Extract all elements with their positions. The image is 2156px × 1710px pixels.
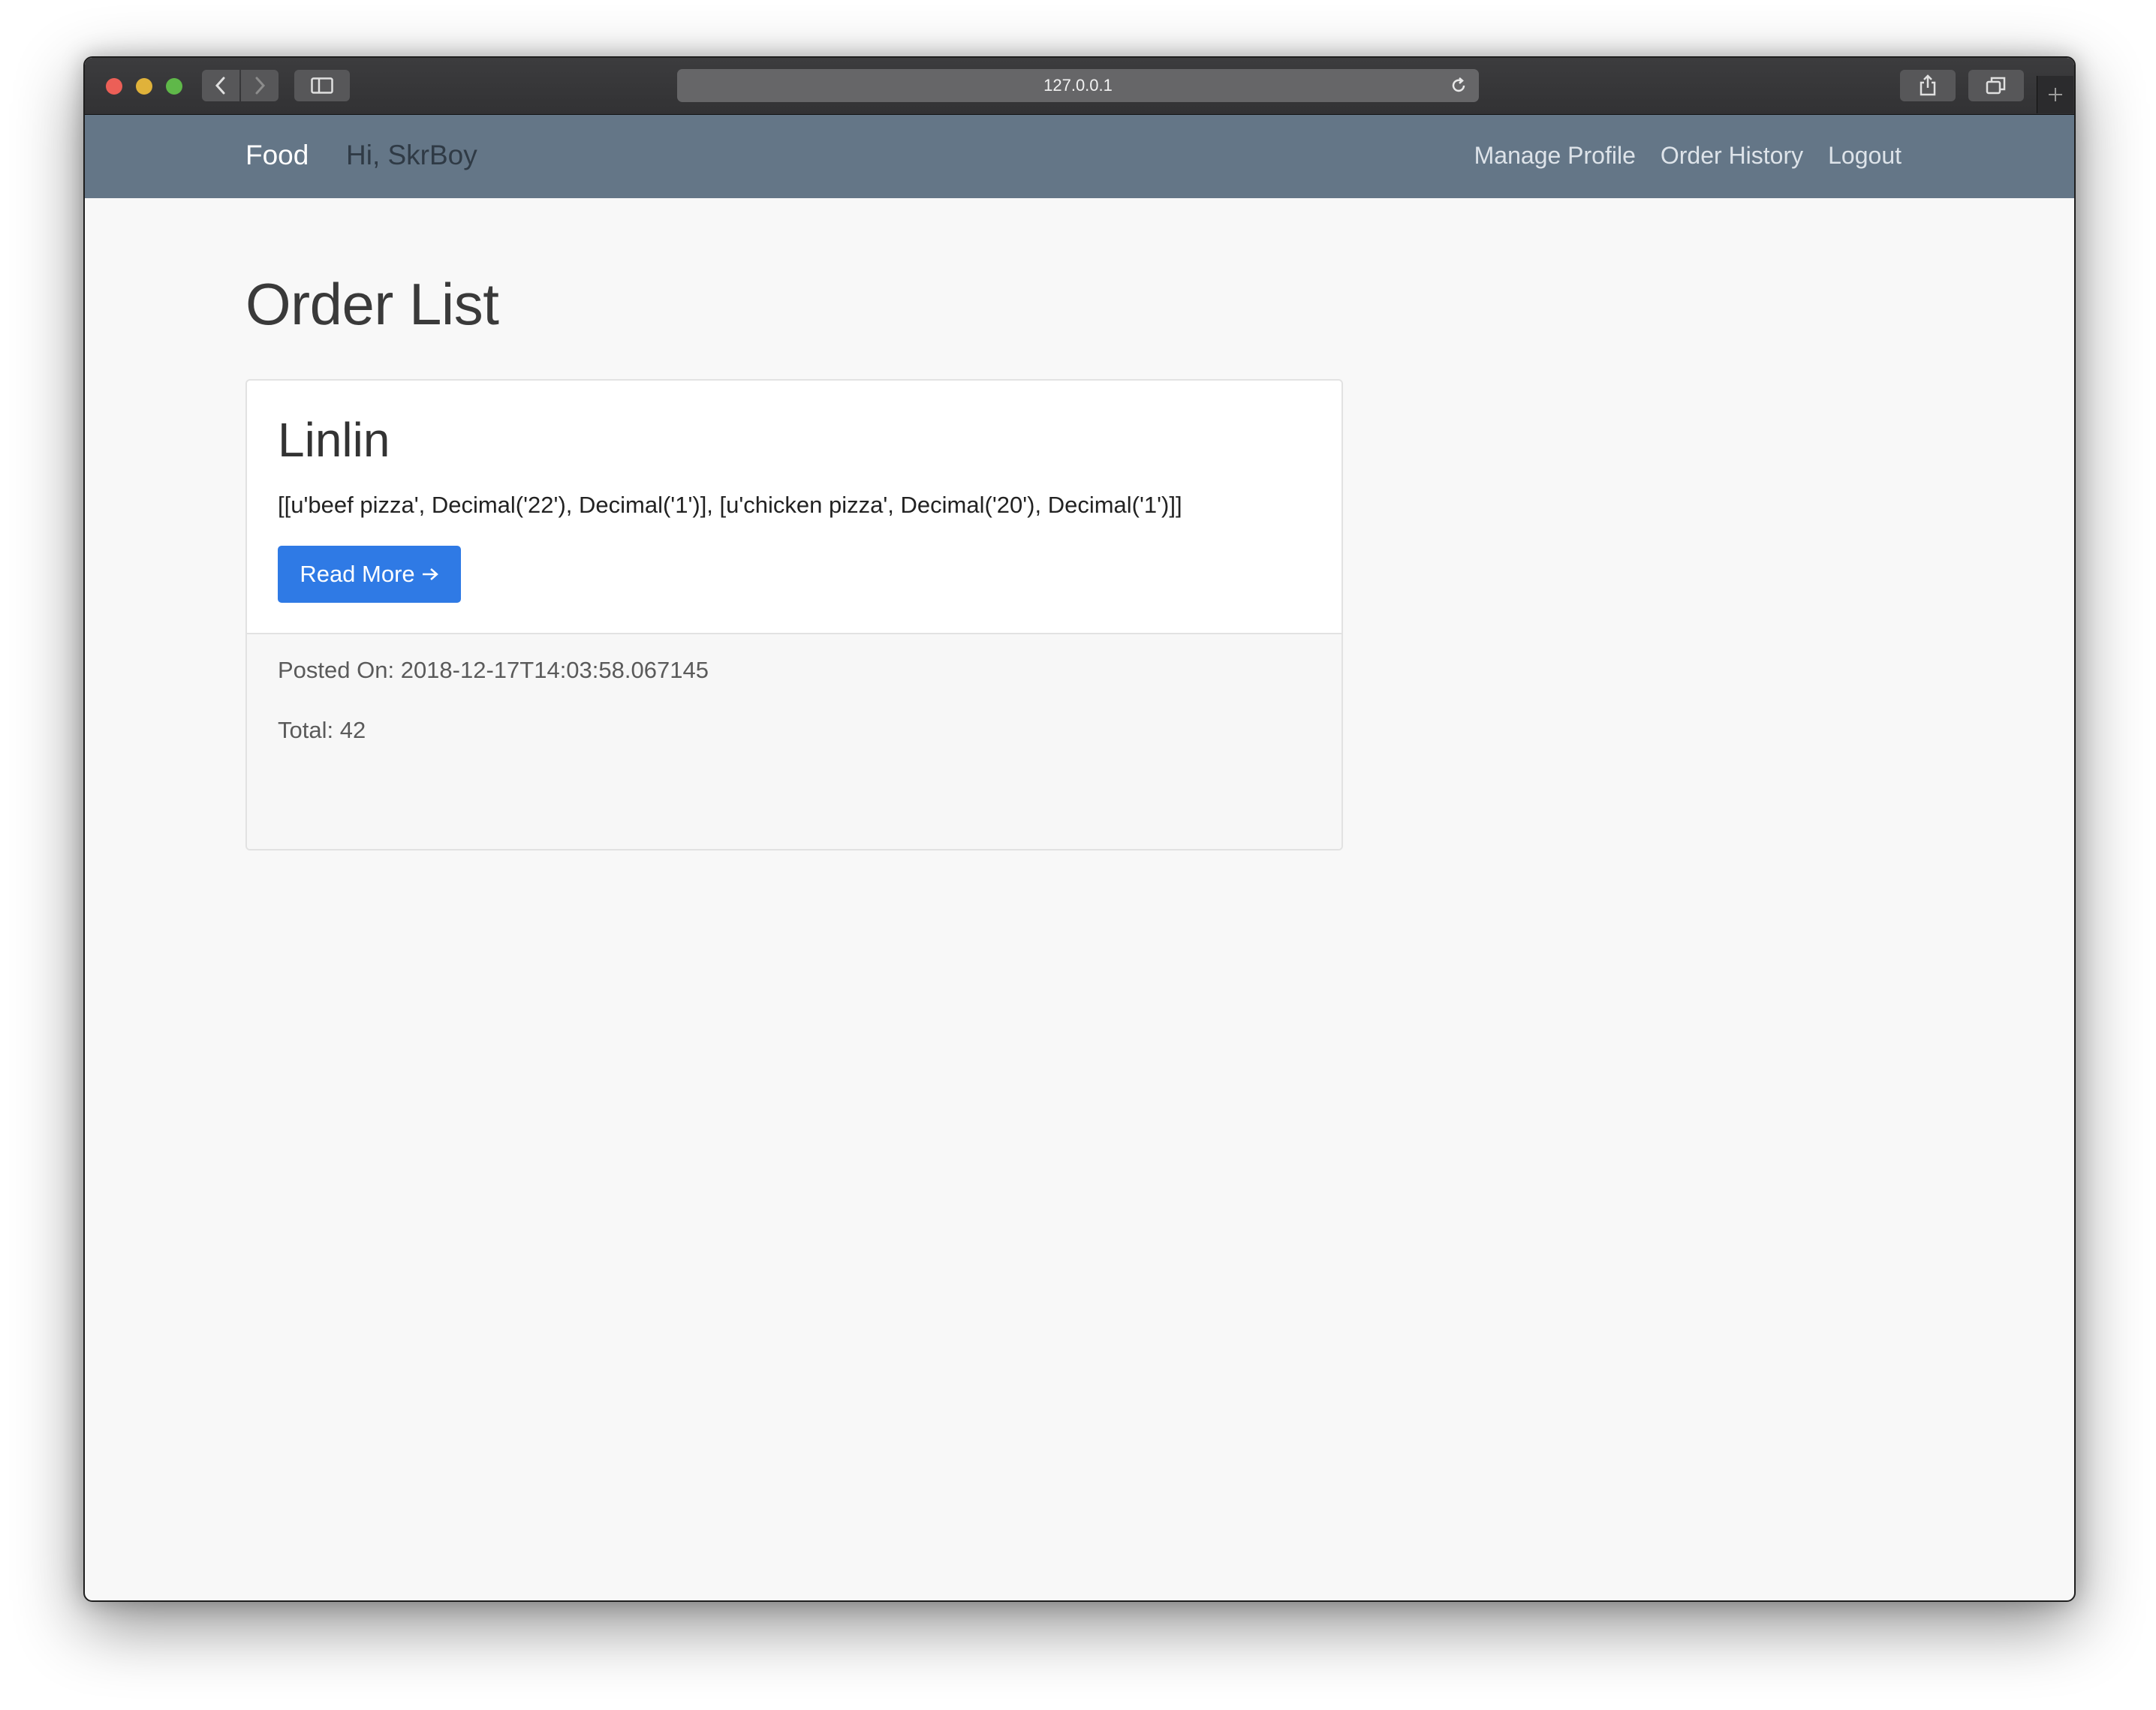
zoom-window-icon[interactable] <box>166 78 182 95</box>
url-text: 127.0.0.1 <box>1043 76 1113 95</box>
order-customer-name: Linlin <box>278 413 390 467</box>
order-total: Total: 42 <box>278 717 366 743</box>
share-button[interactable] <box>1900 70 1956 101</box>
order-posted-on: Posted On: 2018-12-17T14:03:58.067145 <box>278 657 709 683</box>
browser-toolbar: 127.0.0.1 <box>85 58 2074 115</box>
order-items-text: [[u'beef pizza', Decimal('22'), Decimal(… <box>278 492 1182 518</box>
order-card: Linlin [[u'beef pizza', Decimal('22'), D… <box>245 379 1343 850</box>
logout-link[interactable]: Logout <box>1828 142 1902 170</box>
read-more-label: Read More <box>300 561 415 587</box>
address-bar[interactable]: 127.0.0.1 <box>677 69 1479 102</box>
chevron-left-icon <box>215 77 225 95</box>
user-greeting: Hi, SkrBoy <box>346 140 477 170</box>
page-title: Order List <box>245 271 499 337</box>
browser-window: 127.0.0.1 Food Hi, SkrBoy Manage Profile… <box>83 56 2076 1602</box>
sidebar-toggle-button[interactable] <box>294 70 350 101</box>
manage-profile-link[interactable]: Manage Profile <box>1474 142 1636 170</box>
back-button[interactable] <box>202 70 239 101</box>
tabs-icon <box>1986 77 2006 95</box>
sidebar-icon <box>311 77 333 94</box>
plus-icon <box>2049 88 2062 101</box>
minimize-window-icon[interactable] <box>136 78 152 95</box>
chevron-right-icon <box>255 77 266 95</box>
close-window-icon[interactable] <box>106 78 122 95</box>
share-icon <box>1920 74 1936 96</box>
order-card-body: Linlin [[u'beef pizza', Decimal('22'), D… <box>247 381 1341 634</box>
nav-links: Manage Profile Order History Logout <box>1474 142 1902 170</box>
forward-button[interactable] <box>241 70 279 101</box>
site-navbar: Food Hi, SkrBoy Manage Profile Order His… <box>85 115 2074 198</box>
order-history-link[interactable]: Order History <box>1661 142 1803 170</box>
new-tab-button[interactable] <box>2037 76 2073 113</box>
reload-icon[interactable] <box>1449 76 1468 95</box>
read-more-button[interactable]: Read More <box>278 546 461 603</box>
order-card-footer: Posted On: 2018-12-17T14:03:58.067145 To… <box>247 634 1341 849</box>
brand-link[interactable]: Food <box>245 140 309 171</box>
arrow-right-icon <box>422 568 438 580</box>
tab-overview-button[interactable] <box>1968 70 2024 101</box>
